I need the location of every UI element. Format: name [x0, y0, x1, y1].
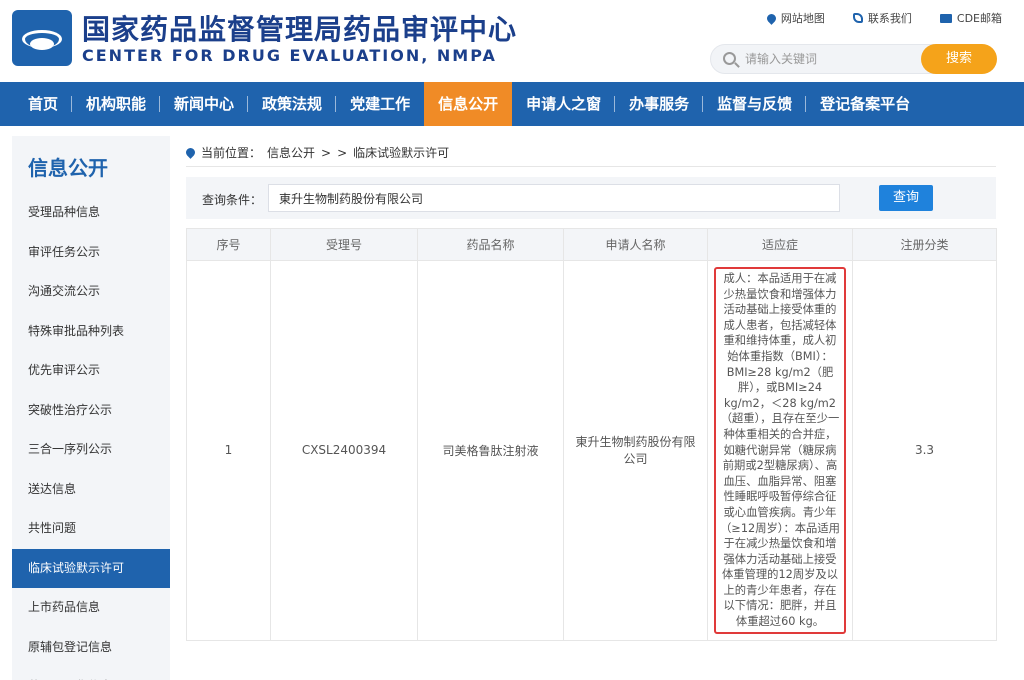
- contact-link[interactable]: 联系我们: [852, 10, 912, 26]
- query-bar: 查询条件： 查询: [186, 177, 996, 219]
- cde-logo[interactable]: [12, 10, 72, 66]
- main-nav: 首页 机构职能 新闻中心 政策法规 党建工作 信息公开 申请人之窗 办事服务 监…: [0, 82, 1024, 126]
- cell-drug-name: 司美格鲁肽注射液: [417, 260, 564, 641]
- highlighted-indication: 成人：本品适用于在减少热量饮食和增强体力活动基础上接受体重的成人患者，包括减轻体…: [714, 267, 846, 634]
- nav-supervision[interactable]: 监督与反馈: [703, 82, 807, 126]
- search-button[interactable]: 搜索: [921, 44, 997, 74]
- nav-registration[interactable]: 登记备案平台: [806, 82, 924, 126]
- column-header-indication: 适应症: [707, 228, 853, 261]
- cell-acceptance-no: CXSL2400394: [270, 260, 418, 641]
- breadcrumb-separator: >: [321, 145, 332, 160]
- breadcrumb-link-info[interactable]: 信息公开: [267, 144, 315, 161]
- nav-functions[interactable]: 机构职能: [72, 82, 161, 126]
- table-row: 1 CXSL2400394 司美格鲁肽注射液 東升生物制药股份有限公司 成人：本…: [186, 260, 997, 641]
- sidebar-item-drug-catalog[interactable]: 药品目录集信息: [12, 667, 170, 680]
- site-search: [710, 44, 946, 74]
- cell-indication: 成人：本品适用于在减少热量饮食和增强体力活动基础上接受体重的成人患者，包括减轻体…: [707, 260, 853, 641]
- sidebar-item-priority-review[interactable]: 优先审评公示: [12, 351, 170, 391]
- top-links: 网站地图 联系我们 CDE邮箱: [765, 10, 1002, 26]
- mail-link[interactable]: CDE邮箱: [939, 10, 1002, 26]
- sidebar: 信息公开 受理品种信息 审评任务公示 沟通交流公示 特殊审批品种列表 优先审评公…: [12, 136, 170, 680]
- nav-policy[interactable]: 政策法规: [248, 82, 337, 126]
- search-input[interactable]: [745, 50, 935, 68]
- site-title-en: CENTER FOR DRUG EVALUATION, NMPA: [82, 46, 497, 65]
- column-header-drug-name: 药品名称: [417, 228, 564, 261]
- sidebar-item-excipients[interactable]: 原辅包登记信息: [12, 628, 170, 668]
- cell-reg-class: 3.3: [852, 260, 997, 641]
- nav-news[interactable]: 新闻中心: [160, 82, 249, 126]
- cell-index: 1: [186, 260, 271, 641]
- query-label: 查询条件：: [202, 193, 263, 207]
- nav-info-disclosure[interactable]: 信息公开: [424, 82, 513, 126]
- sidebar-item-accepted[interactable]: 受理品种信息: [12, 193, 170, 233]
- nav-services[interactable]: 办事服务: [615, 82, 704, 126]
- table-header-row: 序号 受理号 药品名称 申请人名称 适应症 注册分类: [186, 228, 997, 261]
- column-header-applicant: 申请人名称: [563, 228, 708, 261]
- search-icon: [723, 52, 736, 65]
- breadcrumb-divider: [186, 166, 996, 167]
- mail-icon: [939, 13, 952, 23]
- phone-icon: [852, 13, 863, 23]
- results-table: 序号 受理号 药品名称 申请人名称 适应症 注册分类 1 CXSL2400394…: [186, 228, 997, 641]
- sidebar-item-clinical-trial[interactable]: 临床试验默示许可: [12, 548, 170, 588]
- sidebar-title: 信息公开: [28, 156, 108, 180]
- query-input[interactable]: [268, 184, 840, 212]
- mail-label: CDE邮箱: [956, 12, 1002, 25]
- site-header: 国家药品监督管理局药品审评中心 CENTER FOR DRUG EVALUATI…: [0, 0, 1024, 82]
- sidebar-item-special-approval[interactable]: 特殊审批品种列表: [12, 312, 170, 352]
- sidebar-item-delivery[interactable]: 送达信息: [12, 470, 170, 510]
- nav-home[interactable]: 首页: [14, 82, 73, 126]
- contact-label: 联系我们: [867, 12, 912, 25]
- location-pin-icon: [184, 146, 197, 159]
- breadcrumb-label: 当前位置：: [201, 146, 262, 160]
- sidebar-item-communication[interactable]: 沟通交流公示: [12, 272, 170, 312]
- query-button[interactable]: 查询: [879, 185, 933, 211]
- sitemap-link[interactable]: 网站地图: [765, 10, 825, 26]
- sidebar-item-three-in-one[interactable]: 三合一序列公示: [12, 430, 170, 470]
- nav-applicant[interactable]: 申请人之窗: [512, 82, 616, 126]
- column-header-acceptance-no: 受理号: [270, 228, 418, 261]
- breadcrumb-current: 临床试验默示许可: [353, 146, 450, 160]
- column-header-index: 序号: [186, 228, 271, 261]
- logo-mark: [30, 38, 54, 50]
- column-header-reg-class: 注册分类: [852, 228, 997, 261]
- sidebar-item-review-tasks[interactable]: 审评任务公示: [12, 233, 170, 273]
- site-title-cn: 国家药品监督管理局药品审评中心: [82, 13, 518, 46]
- sidebar-item-common-issues[interactable]: 共性问题: [12, 509, 170, 549]
- sitemap-label: 网站地图: [780, 12, 825, 25]
- nav-party[interactable]: 党建工作: [336, 82, 424, 126]
- sidebar-item-breakthrough[interactable]: 突破性治疗公示: [12, 391, 170, 431]
- sidebar-item-marketed-drugs[interactable]: 上市药品信息: [12, 588, 170, 628]
- map-pin-icon: [765, 12, 778, 25]
- breadcrumb: 当前位置： 信息公开 > > 临床试验默示许可: [184, 144, 450, 161]
- breadcrumb-separator: >: [337, 145, 348, 160]
- cell-applicant: 東升生物制药股份有限公司: [563, 260, 708, 641]
